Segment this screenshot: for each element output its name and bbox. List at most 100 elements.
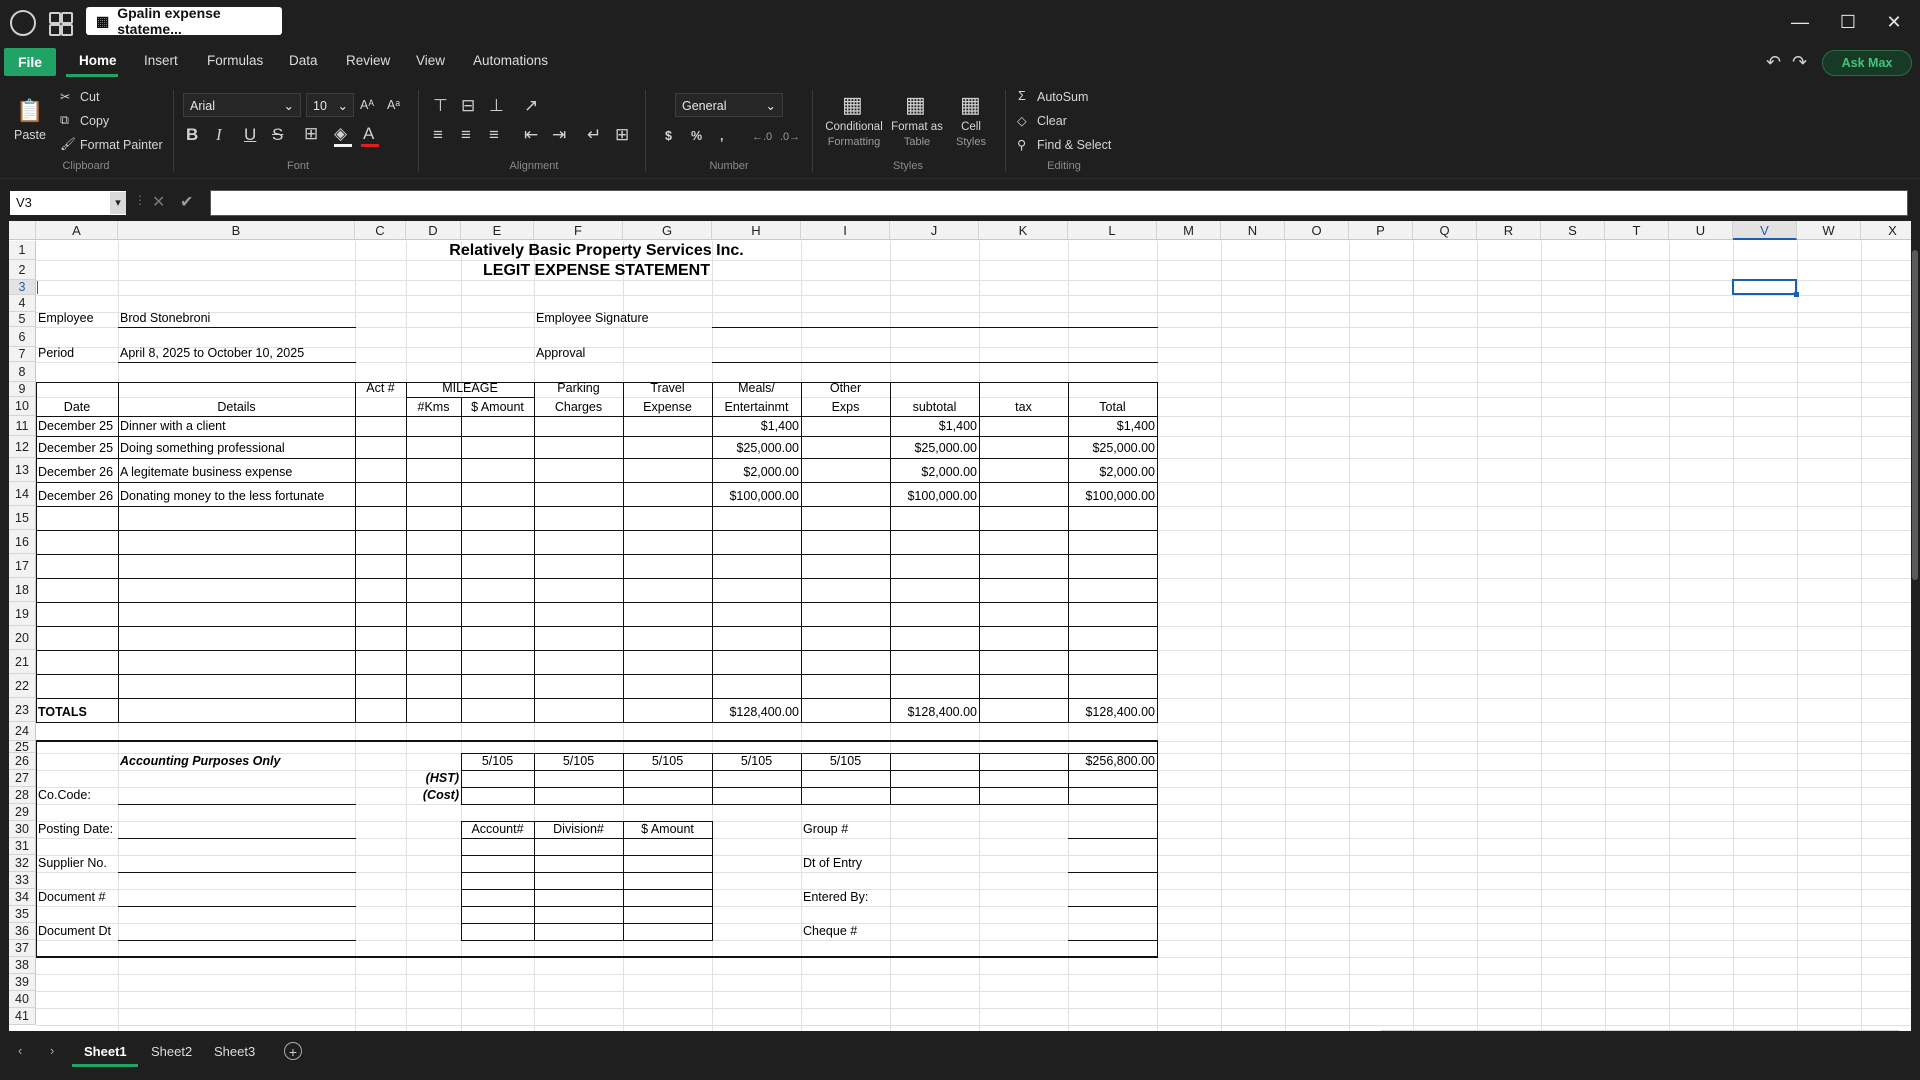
entry-meals[interactable]: $2,000.00 [714,464,799,480]
format-as-table-icon[interactable]: ▦ [905,92,926,118]
subtotal-header[interactable]: subtotal [892,399,977,415]
align-middle-icon[interactable]: ⊟ [461,96,475,116]
entry-subtotal[interactable]: $100,000.00 [892,488,977,504]
totals-total[interactable]: $128,400.00 [1070,704,1155,720]
row-header[interactable]: 31 [9,838,36,855]
format-as-table-button[interactable]: Format as [886,121,948,133]
row-header[interactable]: 26 [9,753,36,770]
tax-ratio-i[interactable]: 5/105 [803,753,888,769]
spreadsheet-grid[interactable]: A B C D E F G H I J K L M N O P Q R S T U V W X 1 2 3 4 5 6 7 8 9 10 11 12 1… [9,221,1911,1031]
row-header[interactable]: 22 [9,674,36,698]
prev-sheet-icon[interactable]: ‹ [18,1043,22,1058]
tab-automations[interactable]: Automations [473,53,548,68]
row-header[interactable]: 37 [9,940,36,957]
tab-data[interactable]: Data [289,53,318,68]
row-header[interactable]: 21 [9,650,36,674]
cell-styles-button[interactable]: Cell [953,121,989,133]
increase-decimal-icon[interactable]: .0→ [780,131,800,143]
row-header[interactable]: 3 [9,280,36,295]
close-button[interactable]: ✕ [1874,8,1914,36]
column-header[interactable]: B [118,221,355,240]
employee-value[interactable]: Brod Stonebroni [120,310,353,326]
column-header[interactable]: S [1541,221,1605,240]
name-box-dropdown-icon[interactable]: ▾ [110,192,126,214]
ask-max-button[interactable]: Ask Max [1822,50,1912,76]
align-top-icon[interactable]: ⊤ [433,96,448,116]
row-header[interactable]: 11 [9,416,36,436]
copy-button[interactable]: Copy [80,114,109,128]
row-header[interactable]: 4 [9,295,36,312]
cost-label[interactable]: (Cost) [408,787,459,803]
find-select-button[interactable]: Find & Select [1037,138,1111,152]
currency-icon[interactable]: $ [665,129,672,143]
decrease-font-icon[interactable]: Aᵃ [387,98,400,112]
cancel-icon[interactable]: ✕ [152,192,165,212]
row-header[interactable]: 19 [9,602,36,626]
fill-color-icon[interactable]: ◈ [334,124,347,144]
entered-by-label[interactable]: Entered By: [803,889,888,905]
strikethrough-icon[interactable]: S [272,125,283,145]
wrap-text-icon[interactable]: ↵ [587,125,601,145]
font-size-dropdown[interactable]: 10 ⌄ [306,93,354,117]
bold-icon[interactable]: B [186,125,198,145]
comma-icon[interactable]: , [720,129,723,143]
font-color-icon[interactable]: A [363,124,374,144]
row-header[interactable]: 8 [9,362,36,382]
column-header[interactable]: N [1221,221,1285,240]
entry-total[interactable]: $100,000.00 [1070,488,1155,504]
column-header[interactable]: U [1669,221,1733,240]
row-header[interactable]: 36 [9,923,36,940]
row-header[interactable]: 16 [9,530,36,554]
tax-ratio-e[interactable]: 5/105 [463,753,532,769]
tab-formulas[interactable]: Formulas [207,53,263,68]
entry-date[interactable]: December 26 [38,464,116,480]
column-header[interactable]: L [1068,221,1157,240]
column-header[interactable]: G [623,221,712,240]
row-header[interactable]: 18 [9,578,36,602]
column-header[interactable]: K [979,221,1068,240]
column-header[interactable]: X [1861,221,1911,240]
row-header[interactable]: 23 [9,698,36,722]
sheet-tab-2[interactable]: Sheet2 [151,1044,192,1059]
column-header[interactable]: V [1733,221,1797,240]
tax-header[interactable]: tax [981,399,1066,415]
row-header[interactable]: 15 [9,506,36,530]
row-header[interactable]: 20 [9,626,36,650]
totals-label[interactable]: TOTALS [38,704,116,720]
cut-icon[interactable]: ✂ [60,89,70,104]
column-header[interactable]: F [534,221,623,240]
next-sheet-icon[interactable]: › [50,1043,54,1058]
row-header[interactable]: 40 [9,991,36,1008]
entry-meals[interactable]: $1,400 [714,418,799,434]
autosum-button[interactable]: AutoSum [1037,90,1088,104]
format-painter-button[interactable]: Format Painter [80,138,163,152]
merge-cells-icon[interactable]: ⊞ [615,125,629,145]
column-header[interactable]: C [355,221,406,240]
employee-label[interactable]: Employee [38,310,116,326]
entry-date[interactable]: December 25 [38,440,116,456]
row-header[interactable]: 5 [9,312,36,327]
sheet-tab-3[interactable]: Sheet3 [214,1044,255,1059]
row-header[interactable]: 7 [9,347,36,362]
row-header[interactable]: 10 [9,397,36,416]
row-header[interactable]: 1 [9,241,36,260]
paste-button[interactable]: Paste [14,128,46,142]
decrease-decimal-icon[interactable]: ←.0 [752,131,772,143]
row-header[interactable]: 28 [9,787,36,804]
increase-font-icon[interactable]: Aᴬ [360,98,374,112]
row-header[interactable]: 2 [9,260,36,280]
row-header[interactable]: 9 [9,382,36,397]
increase-indent-icon[interactable]: ⇥ [552,125,566,145]
align-right-icon[interactable]: ≡ [489,125,499,145]
clear-icon[interactable]: ◇ [1017,113,1027,128]
undo-icon[interactable]: ↶ [1766,52,1781,73]
name-box[interactable]: V3 [10,191,126,215]
select-all-corner[interactable] [9,221,36,240]
align-left-icon[interactable]: ≡ [433,125,443,145]
row-header[interactable]: 6 [9,327,36,347]
row-header[interactable]: 25 [9,741,36,753]
conditional-formatting-button[interactable]: Conditional [818,121,890,133]
entry-details[interactable]: Donating money to the less fortunate [120,488,353,504]
document-dt-label[interactable]: Document Dt [38,923,116,939]
column-header[interactable]: O [1285,221,1349,240]
